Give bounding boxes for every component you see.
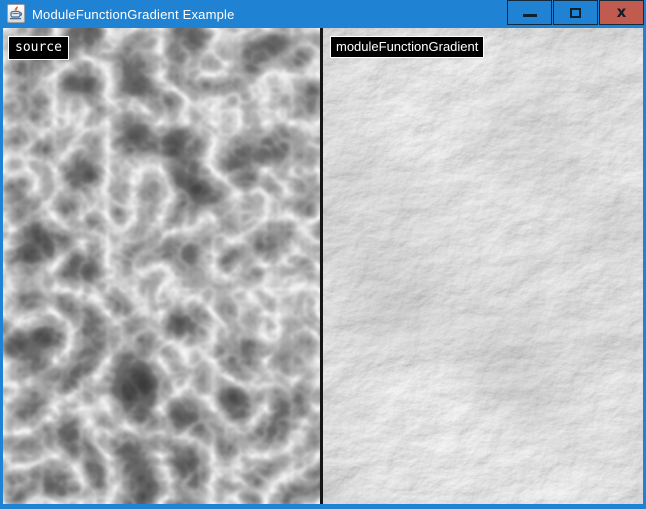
source-label: source bbox=[8, 36, 69, 60]
content-area: source moduleFunctionGradient bbox=[3, 28, 643, 504]
moduleFunctionGradient-label: moduleFunctionGradient bbox=[330, 36, 484, 58]
moduleFunctionGradient-texture-image bbox=[323, 28, 643, 504]
close-button[interactable]: x bbox=[599, 0, 644, 25]
minimize-icon bbox=[523, 14, 537, 17]
java-app-icon[interactable] bbox=[7, 4, 25, 23]
java-coffee-cup-icon bbox=[9, 6, 23, 21]
app-window: ModuleFunctionGradient Example x source bbox=[0, 0, 646, 509]
maximize-button[interactable] bbox=[553, 0, 598, 25]
panel-source: source bbox=[3, 28, 320, 504]
minimize-button[interactable] bbox=[507, 0, 552, 25]
window-title: ModuleFunctionGradient Example bbox=[32, 7, 235, 22]
maximize-icon bbox=[570, 8, 581, 18]
close-icon: x bbox=[617, 5, 627, 20]
titlebar[interactable]: ModuleFunctionGradient Example x bbox=[0, 0, 646, 28]
panel-moduleFunctionGradient: moduleFunctionGradient bbox=[323, 28, 643, 504]
window-controls: x bbox=[507, 0, 644, 25]
source-texture-image bbox=[3, 28, 320, 504]
